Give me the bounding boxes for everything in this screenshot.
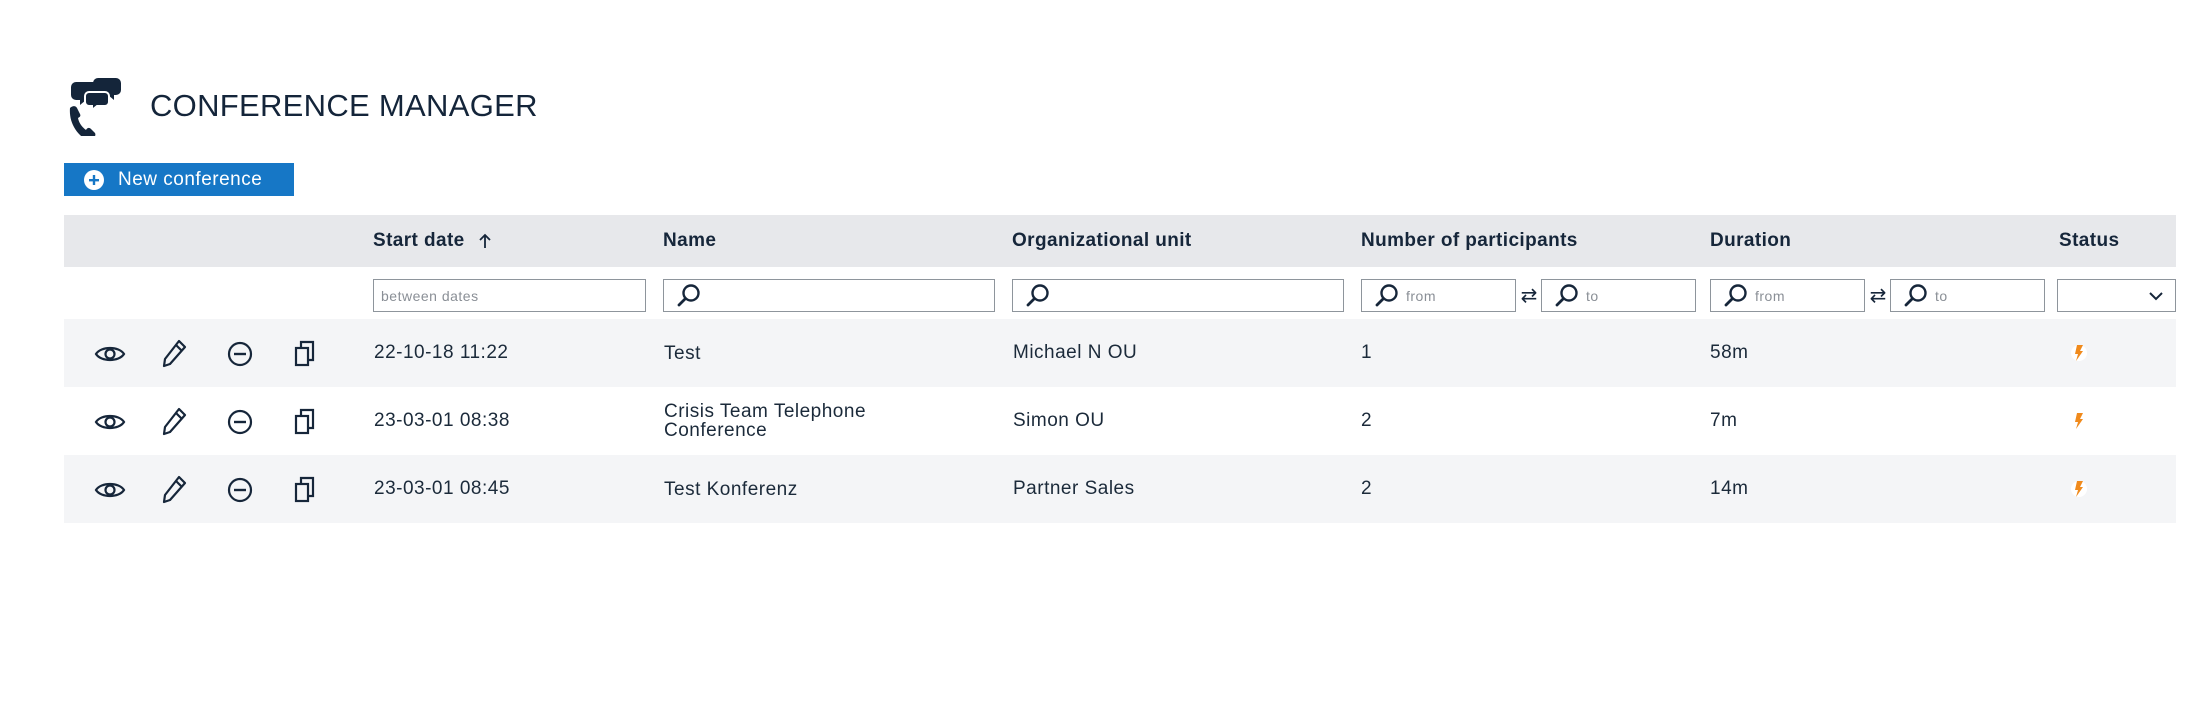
view-button[interactable] <box>93 407 127 437</box>
org-unit-filter-input[interactable] <box>1051 280 1343 311</box>
eye-icon <box>94 414 126 430</box>
search-icon <box>1904 283 1927 306</box>
table-row[interactable]: 23-03-01 08:38 Crisis Team Telephone Con… <box>64 387 2176 455</box>
duration-to-filter[interactable] <box>1890 279 2045 312</box>
search-icon <box>1026 283 1049 306</box>
filter-row: ⇄ ⇄ <box>64 267 2176 319</box>
participants-cell: 2 <box>1361 410 1373 431</box>
participants-from-input[interactable] <box>1400 280 1515 311</box>
name-cell: Test Konferenz <box>664 478 798 500</box>
participants-from-filter[interactable] <box>1361 279 1516 312</box>
page-header: CONFERENCE MANAGER <box>64 74 538 138</box>
search-icon <box>1375 283 1398 306</box>
duration-cell: 58m <box>1710 342 1749 363</box>
pencil-icon <box>162 475 187 504</box>
duration-cell: 7m <box>1710 410 1738 431</box>
lightning-icon <box>2067 409 2091 433</box>
conference-table: Start date Name Organizational unit Numb… <box>64 215 2176 523</box>
table-row[interactable]: 23-03-01 08:45 Test Konferenz Partner Sa… <box>64 455 2176 523</box>
pencil-icon <box>162 339 187 368</box>
column-label: Duration <box>1710 230 1792 251</box>
column-label: Number of participants <box>1361 230 1578 251</box>
column-header-duration[interactable]: Duration <box>1710 215 1791 267</box>
org-unit-cell: Simon OU <box>1013 410 1105 431</box>
start-date-cell: 22-10-18 11:22 <box>374 342 509 363</box>
participants-to-filter[interactable] <box>1541 279 1696 312</box>
table-row[interactable]: 22-10-18 11:22 Test Michael N OU 1 58m <box>64 319 2176 387</box>
start-date-filter-input[interactable] <box>374 280 645 311</box>
eye-icon <box>94 482 126 498</box>
duration-from-input[interactable] <box>1749 280 1864 311</box>
edit-button[interactable] <box>158 339 192 369</box>
delete-button[interactable] <box>223 475 257 505</box>
search-icon <box>1724 283 1747 306</box>
org-unit-cell: Michael N OU <box>1013 342 1138 363</box>
participants-cell: 2 <box>1361 478 1373 499</box>
minus-circle-icon <box>227 409 253 435</box>
plus-circle-icon <box>84 169 104 190</box>
search-icon <box>1555 283 1578 306</box>
column-label: Organizational unit <box>1012 230 1192 251</box>
status-filter-select[interactable] <box>2057 279 2176 312</box>
name-filter[interactable] <box>663 279 995 312</box>
name-cell: Crisis Team Telephone Conference <box>664 401 867 441</box>
column-label: Name <box>663 230 717 251</box>
org-unit-filter[interactable] <box>1012 279 1344 312</box>
start-date-cell: 23-03-01 08:45 <box>374 478 510 499</box>
table-header: Start date Name Organizational unit Numb… <box>64 215 2176 267</box>
column-header-status[interactable]: Status <box>2059 215 2119 267</box>
column-label: Start date <box>373 230 465 251</box>
edit-button[interactable] <box>158 475 192 505</box>
view-button[interactable] <box>93 475 127 505</box>
page-title: CONFERENCE MANAGER <box>150 88 538 123</box>
pencil-icon <box>162 407 187 436</box>
participants-to-input[interactable] <box>1580 280 1695 311</box>
chevron-down-icon <box>2149 291 2163 300</box>
new-conference-button[interactable]: New conference <box>64 163 294 196</box>
duration-cell: 14m <box>1710 478 1749 499</box>
minus-circle-icon <box>227 341 253 367</box>
copy-button[interactable] <box>288 407 322 437</box>
copy-icon <box>294 476 315 503</box>
start-date-cell: 23-03-01 08:38 <box>374 410 510 431</box>
swap-range-icon[interactable]: ⇄ <box>1867 281 1889 309</box>
phone-chat-icon <box>69 78 121 136</box>
name-cell: Test <box>664 342 701 364</box>
column-label: Status <box>2059 230 2120 251</box>
swap-range-icon[interactable]: ⇄ <box>1518 281 1540 309</box>
delete-button[interactable] <box>223 407 257 437</box>
sort-ascending-icon <box>479 233 491 248</box>
name-filter-input[interactable] <box>702 280 994 311</box>
column-header-start-date[interactable]: Start date <box>373 215 493 267</box>
column-header-name[interactable]: Name <box>663 215 716 267</box>
duration-to-input[interactable] <box>1929 280 2044 311</box>
edit-button[interactable] <box>158 407 192 437</box>
lightning-icon <box>2067 341 2091 365</box>
column-header-participants[interactable]: Number of participants <box>1361 215 1578 267</box>
copy-icon <box>294 408 315 435</box>
new-conference-label: New conference <box>118 168 263 190</box>
lightning-icon <box>2067 477 2091 501</box>
column-header-org-unit[interactable]: Organizational unit <box>1012 215 1192 267</box>
table-body: 22-10-18 11:22 Test Michael N OU 1 58m 2… <box>64 319 2176 523</box>
copy-icon <box>294 340 315 367</box>
org-unit-cell: Partner Sales <box>1013 478 1135 499</box>
view-button[interactable] <box>93 339 127 369</box>
delete-button[interactable] <box>223 339 257 369</box>
search-icon <box>677 283 700 306</box>
minus-circle-icon <box>227 477 253 503</box>
duration-from-filter[interactable] <box>1710 279 1865 312</box>
start-date-filter[interactable] <box>373 279 646 312</box>
copy-button[interactable] <box>288 339 322 369</box>
eye-icon <box>94 346 126 362</box>
participants-cell: 1 <box>1361 342 1373 363</box>
copy-button[interactable] <box>288 475 322 505</box>
